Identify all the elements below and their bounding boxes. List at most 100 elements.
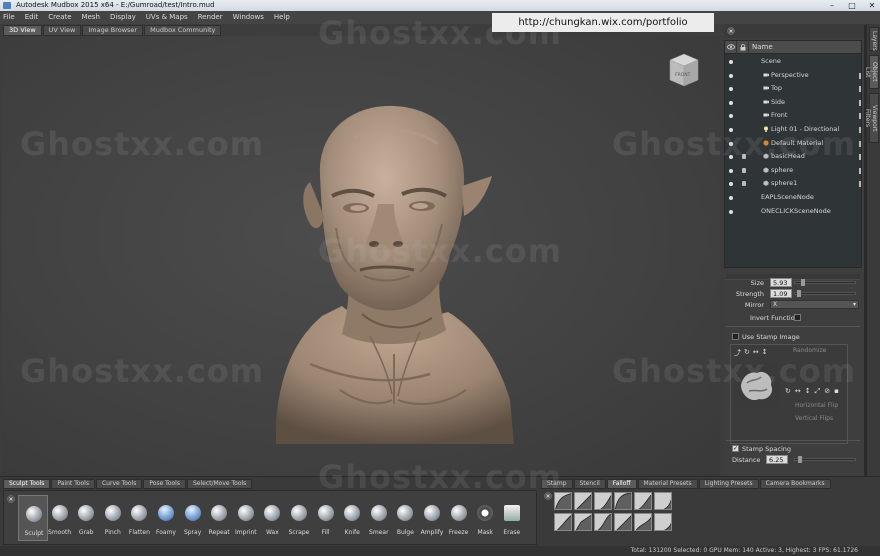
viewcube-icon[interactable]: FRONT	[666, 50, 702, 90]
visibility-icon[interactable]	[729, 155, 733, 160]
outliner-row[interactable]: ONECLICKSceneNode	[725, 205, 861, 219]
tab-stamp[interactable]: Stamp	[541, 479, 573, 489]
menu-mesh[interactable]: Mesh	[82, 11, 100, 24]
outliner-row[interactable]: basicHead	[725, 150, 861, 164]
visibility-column[interactable]	[725, 40, 737, 54]
cancel-icon[interactable]: ⊘	[824, 387, 830, 396]
rotate-icon[interactable]: ↻	[785, 387, 791, 396]
tab-curve-tools[interactable]: Curve Tools	[95, 479, 143, 489]
menu-display[interactable]: Display	[110, 11, 136, 24]
outliner-row[interactable]: Side	[725, 96, 861, 110]
tab-mudbox-community[interactable]: Mudbox Community	[144, 25, 222, 36]
distance-field[interactable]: 6.25	[766, 455, 788, 464]
lock-column[interactable]	[737, 40, 749, 54]
falloff-preset[interactable]	[554, 513, 572, 531]
menu-help[interactable]: Help	[274, 11, 290, 24]
minimize-button[interactable]: –	[826, 0, 838, 11]
use-stamp-checkbox[interactable]	[732, 333, 739, 340]
outliner-row[interactable]: Perspective	[725, 69, 861, 83]
tab-camera-bookmarks[interactable]: Camera Bookmarks	[759, 479, 831, 489]
visibility-icon[interactable]	[729, 73, 733, 78]
arrows-h-icon[interactable]: ↔	[795, 387, 801, 396]
falloff-preset[interactable]	[614, 492, 632, 510]
size-slider[interactable]	[794, 279, 856, 286]
stamp-flip-h-icon[interactable]: ↔	[753, 348, 759, 358]
falloff-preset[interactable]	[574, 492, 592, 510]
window-title: Autodesk Mudbox 2015 x64 - E:/Gumroad/te…	[16, 1, 215, 9]
panel-close-icon[interactable]	[727, 27, 735, 35]
lock-icon[interactable]	[742, 154, 746, 160]
tab-stencil[interactable]: Stencil	[573, 479, 606, 489]
visibility-icon[interactable]	[729, 114, 733, 119]
strength-slider[interactable]	[794, 290, 856, 297]
tab-viewport-filters[interactable]: Viewport Filters	[864, 93, 879, 143]
stamp-pick-icon[interactable]: ⤴	[734, 348, 741, 358]
tab-sculpt-tools[interactable]: Sculpt Tools	[3, 479, 51, 489]
visibility-icon[interactable]	[729, 60, 733, 64]
falloff-preset[interactable]	[594, 492, 612, 510]
tab-material-presets[interactable]: Material Presets	[637, 479, 698, 489]
strength-field[interactable]: 1.09	[770, 289, 792, 298]
outliner-row[interactable]: sphere1	[725, 177, 861, 191]
outliner-row[interactable]: Light 01 - Directional	[725, 123, 861, 137]
sculpted-head-model[interactable]	[270, 104, 518, 456]
menu-file[interactable]: File	[3, 11, 15, 24]
outliner-row[interactable]: EAPLSceneNode	[725, 191, 861, 205]
tab-lighting-presets[interactable]: Lighting Presets	[698, 479, 759, 489]
falloff-close-icon[interactable]	[544, 492, 552, 500]
visibility-icon[interactable]	[729, 209, 733, 214]
tab-layers[interactable]: Layers	[869, 27, 879, 51]
tab-pose-tools[interactable]: Pose Tools	[143, 479, 186, 489]
stamp-spacing-checkbox[interactable]: ✓	[732, 445, 739, 452]
falloff-preset[interactable]	[594, 513, 612, 531]
distance-slider[interactable]	[794, 456, 856, 463]
falloff-preset[interactable]	[614, 513, 632, 531]
falloff-preset[interactable]	[654, 492, 672, 510]
tab-3d-view[interactable]: 3D View	[3, 25, 42, 36]
visibility-icon[interactable]	[729, 87, 733, 92]
stamp-rotate-icon[interactable]: ↻	[744, 348, 750, 358]
menu-uvs-maps[interactable]: UVs & Maps	[146, 11, 188, 24]
falloff-preset[interactable]	[554, 492, 572, 510]
menu-render[interactable]: Render	[198, 11, 223, 24]
outliner-row[interactable]: Front	[725, 109, 861, 123]
visibility-icon[interactable]	[729, 182, 733, 187]
tab-uv-view[interactable]: UV View	[42, 25, 82, 36]
tab-paint-tools[interactable]: Paint Tools	[51, 479, 95, 489]
close-button[interactable]: ✕	[866, 0, 878, 11]
expand-icon[interactable]: ⤢	[815, 387, 821, 396]
maximize-button[interactable]: □	[846, 0, 858, 11]
outliner-row[interactable]: Default Material	[725, 137, 861, 151]
stamp-preview-image[interactable]	[735, 363, 779, 407]
mirror-dropdown[interactable]: X ▾	[770, 300, 859, 309]
lock-icon[interactable]	[742, 181, 746, 187]
outliner-row[interactable]: Top	[725, 82, 861, 96]
visibility-icon[interactable]	[729, 127, 733, 132]
tab-select-move-tools[interactable]: Select/Move Tools	[186, 479, 253, 489]
stamp-flip-v-icon[interactable]: ↕	[762, 348, 768, 358]
falloff-preset[interactable]	[634, 513, 652, 531]
visibility-icon[interactable]	[729, 141, 733, 146]
outliner-row[interactable]: sphere	[725, 164, 861, 178]
arrows-v-icon[interactable]: ↕	[805, 387, 811, 396]
falloff-preset[interactable]	[634, 492, 652, 510]
name-column-header[interactable]: Name	[749, 43, 773, 51]
falloff-preset[interactable]	[654, 513, 672, 531]
menu-edit[interactable]: Edit	[25, 11, 39, 24]
menu-windows[interactable]: Windows	[233, 11, 264, 24]
falloff-preset[interactable]	[574, 513, 592, 531]
menu-create[interactable]: Create	[48, 11, 71, 24]
tool-erase[interactable]: Erase	[497, 495, 527, 541]
square-icon[interactable]: ▪	[834, 387, 839, 396]
visibility-icon[interactable]	[729, 168, 733, 173]
invert-checkbox[interactable]	[794, 314, 801, 321]
tray-close-icon[interactable]	[7, 495, 15, 503]
visibility-icon[interactable]	[729, 100, 733, 105]
tab-image-browser[interactable]: Image Browser	[82, 25, 144, 36]
outliner-row[interactable]: Scene	[725, 55, 861, 69]
size-field[interactable]: 5.93	[770, 278, 792, 287]
lock-icon[interactable]	[742, 167, 746, 173]
tab-object-list[interactable]: Object List	[864, 55, 879, 89]
visibility-icon[interactable]	[729, 195, 733, 200]
tab-falloff[interactable]: Falloff	[606, 479, 637, 489]
